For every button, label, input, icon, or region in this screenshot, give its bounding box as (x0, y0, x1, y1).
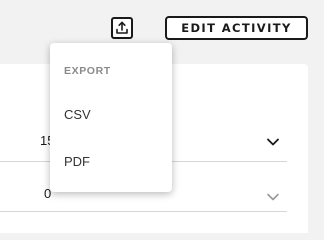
export-menu: EXPORT CSV PDF (50, 43, 172, 192)
chevron-down-icon[interactable] (267, 138, 279, 146)
edit-activity-button[interactable]: EDIT ACTIVITY (165, 16, 308, 40)
chevron-down-icon[interactable] (267, 193, 279, 201)
export-csv-option[interactable]: CSV (50, 99, 172, 129)
export-pdf-option[interactable]: PDF (50, 146, 172, 176)
export-upload-icon (115, 21, 129, 35)
menu-item-label: CSV (64, 106, 91, 122)
export-menu-header: EXPORT (64, 65, 111, 77)
export-button[interactable] (111, 17, 133, 39)
menu-item-label: PDF (64, 153, 90, 169)
